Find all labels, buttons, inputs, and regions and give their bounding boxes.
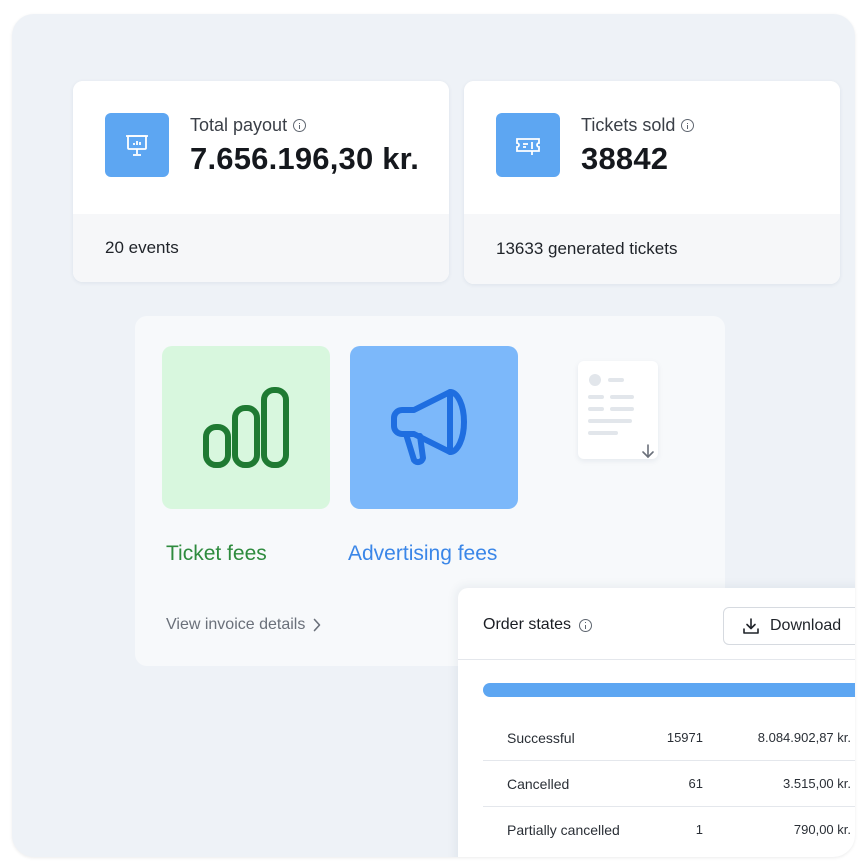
table-row: Successful 15971 8.084.902,87 kr. — [483, 716, 855, 761]
order-states-progress-bar — [483, 683, 855, 697]
download-icon — [743, 618, 759, 634]
bar-chart-icon — [203, 386, 289, 468]
info-icon[interactable] — [579, 618, 593, 632]
tickets-sold-header: Tickets sold 38842 — [464, 81, 840, 214]
order-state-name: Successful — [507, 730, 575, 746]
row-divider — [483, 806, 855, 807]
order-state-amount: 3.515,00 kr. — [783, 776, 851, 791]
advertising-fees-tile[interactable] — [350, 346, 518, 509]
ticket-fees-label[interactable]: Ticket fees — [166, 542, 267, 566]
tickets-sold-footer: 13633 generated tickets — [464, 214, 840, 284]
tickets-sold-label-text: Tickets sold — [581, 115, 676, 135]
total-payout-value: 7.656.196,30 kr. — [190, 141, 420, 176]
order-states-header: Order states Download — [458, 588, 855, 660]
total-payout-header: Total payout 7.656.196,30 kr. — [73, 81, 449, 214]
order-state-amount: 790,00 kr. — [793, 822, 851, 837]
table-row: Partially cancelled 1 790,00 kr. — [483, 808, 855, 853]
order-states-title-text: Order states — [483, 616, 572, 633]
download-button[interactable]: Download — [723, 607, 855, 645]
chevron-right-icon — [314, 618, 321, 632]
table-row: Cancelled 61 3.515,00 kr. — [483, 762, 855, 807]
order-state-amount: 8.084.902,87 kr. — [757, 730, 851, 745]
total-payout-footer: 20 events — [73, 214, 449, 282]
info-icon[interactable] — [681, 119, 695, 132]
dashboard-frame: Total payout 7.656.196,30 kr. 20 events … — [12, 14, 855, 857]
total-payout-label: Total payout — [190, 115, 307, 136]
ticket-icon — [496, 113, 560, 177]
total-payout-card: Total payout 7.656.196,30 kr. 20 events — [73, 81, 449, 282]
view-invoice-details-link[interactable]: View invoice details — [166, 616, 321, 634]
ticket-fees-tile[interactable] — [162, 346, 330, 509]
invoice-document-illustration — [578, 361, 658, 459]
total-payout-label-text: Total payout — [190, 115, 288, 135]
order-state-count: 15971 — [666, 730, 703, 745]
order-state-name: Partially cancelled — [507, 822, 620, 838]
order-state-count: 1 — [695, 822, 703, 837]
megaphone-icon — [391, 388, 467, 465]
tickets-sold-label: Tickets sold — [581, 115, 695, 136]
row-divider — [483, 760, 855, 761]
order-states-panel: Order states Download Successful 15971 8… — [458, 588, 855, 857]
download-arrow-icon — [642, 444, 654, 459]
tickets-sold-card: Tickets sold 38842 13633 generated ticke… — [464, 81, 840, 284]
presentation-chart-icon — [105, 113, 169, 177]
advertising-fees-label[interactable]: Advertising fees — [348, 542, 497, 566]
info-icon[interactable] — [293, 119, 307, 132]
tickets-sold-value: 38842 — [581, 141, 669, 176]
order-state-name: Cancelled — [507, 776, 570, 792]
download-button-label: Download — [770, 617, 842, 634]
order-states-title: Order states — [483, 616, 593, 634]
view-invoice-details-text: View invoice details — [166, 616, 306, 633]
order-state-count: 61 — [688, 776, 703, 791]
